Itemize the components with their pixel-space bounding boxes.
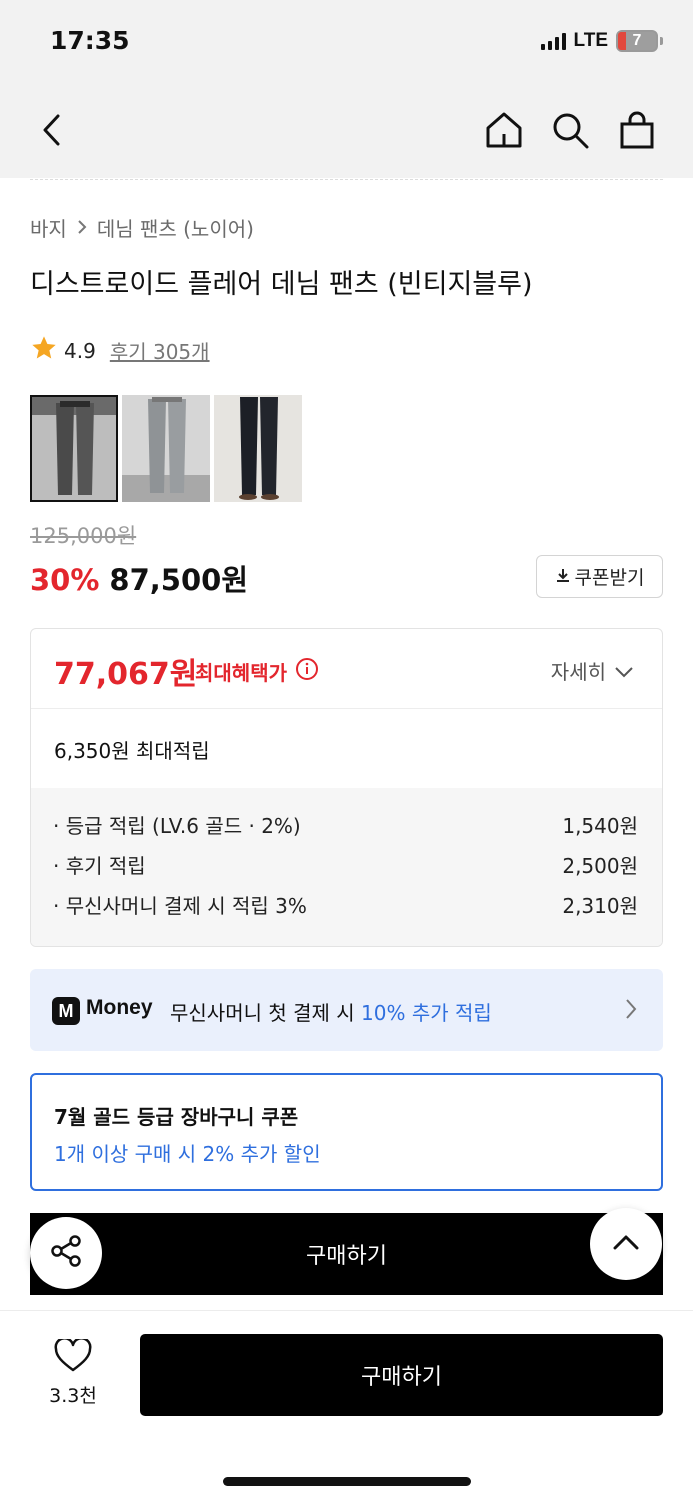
money-banner-text: 무신사머니 첫 결제 시 10% 추가 적립 bbox=[170, 997, 492, 1026]
breadcrumb-category[interactable]: 바지 bbox=[30, 213, 67, 242]
points-row: · 등급 적립 (LV.6 골드 · 2%) 1,540원 bbox=[53, 810, 638, 850]
product-title: 디스트로이드 플레어 데님 팬츠 (빈티지블루) bbox=[30, 269, 533, 300]
signal-icon bbox=[540, 32, 566, 50]
breadcrumb: 바지 데님 팬츠 (노이어) bbox=[30, 213, 254, 242]
get-coupon-button[interactable]: 쿠폰받기 bbox=[536, 555, 663, 598]
points-row-label: · 후기 적립 bbox=[53, 854, 146, 878]
home-icon[interactable] bbox=[482, 108, 526, 152]
benefit-card: 77,067원 최대혜택가 자세히 6,350원 최대적립 · 등급 적립 (L… bbox=[30, 628, 663, 947]
share-button[interactable] bbox=[30, 1217, 102, 1289]
status-time: 17:35 bbox=[50, 26, 130, 55]
original-price: 125,000원 bbox=[30, 524, 137, 548]
grade-coupon-title: 7월 골드 등급 장바구니 쿠폰 bbox=[54, 1105, 299, 1129]
max-points: 6,350원 최대적립 bbox=[54, 739, 210, 763]
heart-icon bbox=[54, 1337, 92, 1377]
points-row: · 후기 적립 2,500원 bbox=[53, 850, 638, 890]
points-row-value: 2,310원 bbox=[562, 894, 638, 918]
points-breakdown: · 등급 적립 (LV.6 골드 · 2%) 1,540원 · 후기 적립 2,… bbox=[31, 788, 662, 946]
detail-toggle[interactable]: 자세히 bbox=[551, 656, 634, 685]
breadcrumb-subcategory[interactable]: 데님 팬츠 (노이어) bbox=[97, 213, 254, 242]
grade-coupon-card[interactable]: 7월 골드 등급 장바구니 쿠폰 1개 이상 구매 시 2% 추가 할인 bbox=[30, 1073, 663, 1191]
nav-bar bbox=[0, 88, 693, 178]
status-bar: 17:35 LTE 7 bbox=[0, 0, 693, 88]
sale-price: 87,500원 bbox=[109, 563, 249, 597]
chevron-right-icon bbox=[77, 216, 87, 240]
money-banner-main: 무신사머니 첫 결제 시 bbox=[170, 1001, 362, 1025]
like-count: 3.3천 bbox=[49, 1385, 97, 1407]
review-count-link[interactable]: 후기 305개 bbox=[110, 336, 210, 365]
product-thumbnail[interactable] bbox=[30, 395, 118, 502]
home-indicator bbox=[223, 1477, 471, 1486]
battery-tip bbox=[660, 37, 663, 45]
rating-score: 4.9 bbox=[64, 338, 96, 363]
battery-level: 7 bbox=[632, 32, 642, 49]
points-row-label: · 등급 적립 (LV.6 골드 · 2%) bbox=[53, 814, 301, 838]
inline-buy-label: 구매하기 bbox=[306, 1244, 387, 1269]
money-banner[interactable]: M Money 무신사머니 첫 결제 시 10% 추가 적립 bbox=[30, 969, 663, 1051]
chevron-right-icon bbox=[625, 998, 637, 1024]
scroll-to-top-button[interactable] bbox=[590, 1208, 662, 1280]
battery-icon: 7 bbox=[616, 30, 658, 52]
grade-coupon-subtitle: 1개 이상 구매 시 2% 추가 할인 bbox=[54, 1142, 321, 1166]
star-icon bbox=[30, 334, 58, 367]
discount-rate: 30% bbox=[30, 563, 100, 597]
sale-price-row: 30% 87,500원 bbox=[30, 557, 248, 599]
chevron-down-icon bbox=[614, 659, 634, 683]
buy-button-label: 구매하기 bbox=[361, 1365, 442, 1390]
bottom-action-bar: 3.3천 구매하기 bbox=[0, 1310, 693, 1500]
product-thumbnails bbox=[30, 395, 302, 502]
search-icon[interactable] bbox=[548, 108, 592, 152]
shopping-bag-icon[interactable] bbox=[615, 108, 659, 152]
max-benefit-label: 최대혜택가 bbox=[195, 661, 287, 685]
rating: 4.9 후기 305개 bbox=[30, 334, 210, 367]
chevron-up-icon bbox=[613, 1234, 639, 1254]
money-banner-highlight: 10% 추가 적립 bbox=[361, 1001, 492, 1025]
points-row-value: 1,540원 bbox=[562, 814, 638, 838]
share-icon bbox=[48, 1233, 84, 1273]
network-label: LTE bbox=[573, 30, 608, 51]
info-icon[interactable] bbox=[295, 657, 319, 686]
money-logo-icon: M bbox=[52, 997, 80, 1025]
max-benefit-price: 77,067원 bbox=[54, 657, 198, 692]
status-indicators: LTE 7 bbox=[540, 30, 663, 52]
back-icon[interactable] bbox=[30, 108, 74, 152]
benefit-header: 77,067원 최대혜택가 자세히 bbox=[31, 629, 662, 709]
detail-toggle-label: 자세히 bbox=[550, 660, 606, 684]
top-divider bbox=[30, 179, 663, 180]
buy-button[interactable]: 구매하기 bbox=[140, 1334, 663, 1416]
coupon-button-label: 쿠폰받기 bbox=[574, 567, 645, 589]
money-brand: Money bbox=[86, 996, 153, 1019]
points-row-value: 2,500원 bbox=[562, 854, 638, 878]
product-thumbnail[interactable] bbox=[122, 395, 210, 502]
product-thumbnail[interactable] bbox=[214, 395, 302, 502]
inline-buy-button[interactable]: 구매하기 bbox=[30, 1213, 663, 1295]
max-benefit-label-group: 최대혜택가 bbox=[195, 657, 319, 686]
like-button[interactable]: 3.3천 bbox=[38, 1337, 108, 1408]
download-icon bbox=[555, 566, 571, 588]
points-row-label: · 무신사머니 결제 시 적립 3% bbox=[53, 894, 307, 918]
points-row: · 무신사머니 결제 시 적립 3% 2,310원 bbox=[53, 890, 638, 930]
